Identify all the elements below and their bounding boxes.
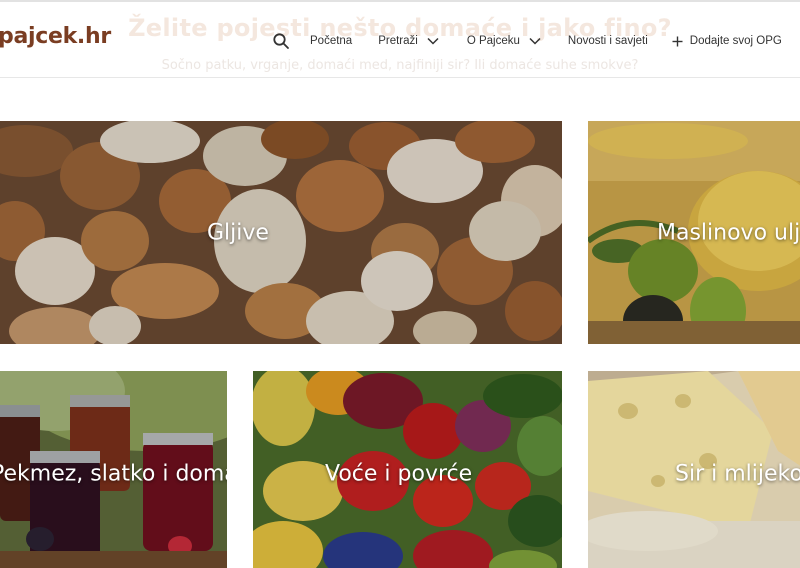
category-label: Pekmez, slatko i domaće <box>0 461 227 486</box>
category-label: Maslinovo ulje <box>657 220 800 245</box>
nav-home[interactable]: Početna <box>310 35 352 47</box>
plus-icon <box>672 36 683 46</box>
nav-news[interactable]: Novosti i savjeti <box>568 35 648 47</box>
category-tile-voce-povrce[interactable]: Voće i povrće <box>253 371 562 568</box>
site-header: pajcek.hr Početna Pretraži O Pajceku Nov… <box>0 0 800 78</box>
chevron-down-icon <box>427 37 439 45</box>
site-logo[interactable]: pajcek.hr <box>0 24 111 49</box>
add-opg-label: Dodajte svoj OPG <box>689 35 782 47</box>
search-button[interactable] <box>272 32 310 50</box>
category-tile-maslinovo-ulje[interactable]: Maslinovo ulje <box>588 121 800 344</box>
nav-about-label: O Pajceku <box>466 35 520 47</box>
mushrooms-image <box>0 121 562 344</box>
category-tile-gljive[interactable]: Gljive <box>0 121 562 344</box>
nav-about-dropdown[interactable]: O Pajceku <box>467 35 541 47</box>
category-tile-sir-mlijeko[interactable]: Sir i mlijeko <box>588 371 800 568</box>
nav-search-dropdown[interactable]: Pretraži <box>378 35 439 47</box>
nav-home-label: Početna <box>310 35 353 47</box>
add-opg-button[interactable]: Dodajte svoj OPG <box>672 35 782 47</box>
category-label: Sir i mlijeko <box>675 461 800 486</box>
category-label: Voće i povrće <box>325 461 473 486</box>
nav-news-label: Novosti i savjeti <box>567 35 648 47</box>
category-label: Gljive <box>207 220 269 245</box>
search-icon <box>273 33 289 49</box>
nav-search-label: Pretraži <box>378 35 418 47</box>
chevron-down-icon <box>529 37 541 45</box>
main-navigation: Početna Pretraži O Pajceku Novosti i sav… <box>272 30 782 52</box>
category-tile-pekmez[interactable]: Pekmez, slatko i domaće <box>0 371 227 568</box>
